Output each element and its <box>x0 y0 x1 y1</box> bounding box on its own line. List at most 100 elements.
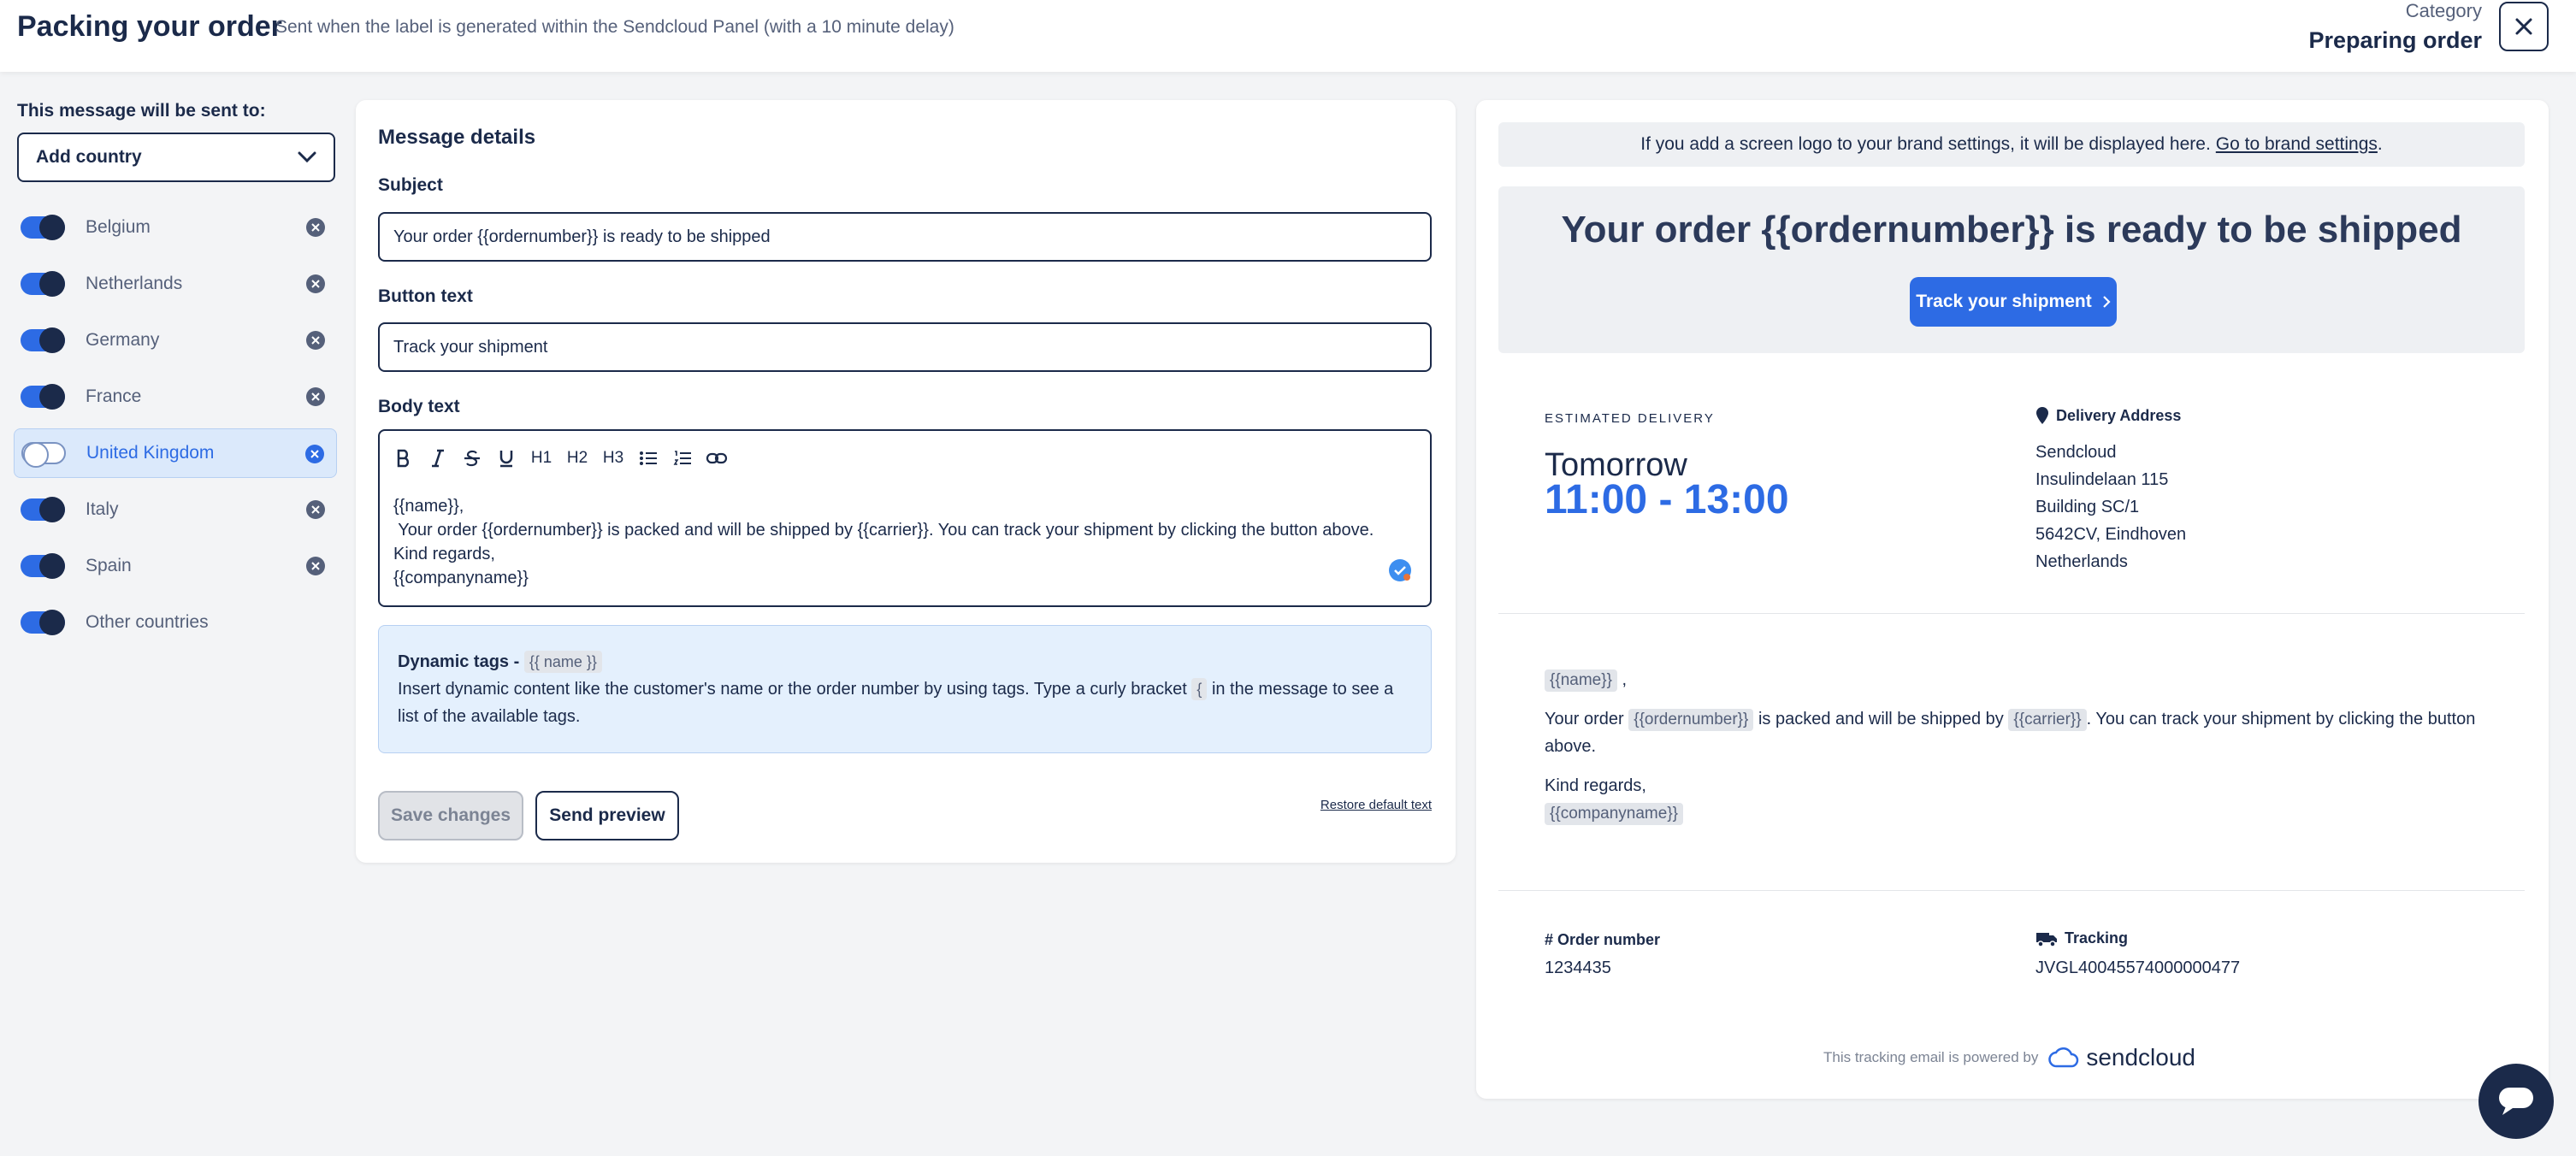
link-button[interactable] <box>705 446 729 470</box>
email-preview-panel: If you add a screen logo to your brand s… <box>1476 100 2549 1099</box>
ordernumber-tag: {{ordernumber}} <box>1628 709 1754 731</box>
button-text-input[interactable]: Track your shipment <box>378 322 1432 372</box>
companyname-tag: {{companyname}} <box>1545 803 1684 825</box>
address-line: Insulindelaan 115 <box>2035 470 2169 489</box>
body-line: Kind regards, <box>393 545 495 563</box>
page-subtitle: Sent when the label is generated within … <box>275 17 954 37</box>
body-line: {{name}}, <box>393 497 464 516</box>
category-label: Category <box>2405 0 2482 21</box>
subject-input[interactable]: Your order {{ordernumber}} is ready to b… <box>378 212 1432 262</box>
divider <box>1498 890 2525 891</box>
category-value: Preparing order <box>2308 27 2482 53</box>
country-row-netherlands[interactable]: Netherlands <box>14 259 337 309</box>
remove-country-button[interactable] <box>305 445 324 463</box>
country-toggle[interactable] <box>21 442 66 468</box>
remove-country-button[interactable] <box>306 331 325 350</box>
country-row-germany[interactable]: Germany <box>14 316 337 365</box>
bold-button[interactable] <box>392 446 416 470</box>
chat-button[interactable] <box>2479 1064 2554 1139</box>
strikethrough-icon <box>464 450 480 467</box>
italic-button[interactable] <box>426 446 450 470</box>
country-name: Belgium <box>86 217 151 237</box>
address-line: 5642CV, Eindhoven <box>2035 525 2187 544</box>
country-name: Netherlands <box>86 274 183 293</box>
send-preview-button[interactable]: Send preview <box>535 791 679 840</box>
country-name: Other countries <box>86 612 209 632</box>
page-title: Packing your order <box>17 10 282 43</box>
close-icon <box>311 505 320 514</box>
remove-country-button[interactable] <box>306 500 325 519</box>
remove-country-button[interactable] <box>306 218 325 237</box>
delivery-address-heading: Delivery Address <box>2035 406 2181 425</box>
country-row-italy[interactable]: Italy <box>14 485 337 534</box>
heading3-button[interactable]: H3 <box>600 446 626 470</box>
add-country-dropdown[interactable]: Add country <box>17 133 335 182</box>
heading2-button[interactable]: H2 <box>564 446 590 470</box>
remove-country-button[interactable] <box>306 387 325 406</box>
numbered-list-button[interactable] <box>671 446 694 470</box>
top-bar: Packing your order Sent when the label i… <box>0 0 2576 72</box>
editor-toolbar: H1 H2 H3 <box>392 446 729 470</box>
tracking-value: JVGL40045574000000477 <box>2035 958 2241 977</box>
country-toggle[interactable] <box>21 610 65 635</box>
country-toggle[interactable] <box>21 497 65 522</box>
sendcloud-logo: sendcloud <box>2048 1044 2195 1071</box>
powered-by-text: This tracking email is powered by <box>1823 1049 2039 1065</box>
save-changes-button[interactable]: Save changes <box>378 791 523 840</box>
estimated-time: 11:00 - 13:00 <box>1545 477 1789 522</box>
close-icon <box>311 336 320 345</box>
address-line: Sendcloud <box>2035 443 2117 462</box>
heading1-button[interactable]: H1 <box>529 446 554 470</box>
logo-note-text: If you add a screen logo to your brand s… <box>1640 134 2211 154</box>
powered-by: This tracking email is powered by sendcl… <box>1823 1044 2195 1071</box>
grammar-check-icon[interactable] <box>1389 559 1411 581</box>
body-text-content[interactable]: {{name}}, Your order {{ordernumber}} is … <box>393 494 1374 590</box>
country-name: Spain <box>86 556 132 575</box>
bullet-list-button[interactable] <box>636 446 660 470</box>
country-toggle[interactable] <box>21 215 65 240</box>
sent-to-label: This message will be sent to: <box>17 101 266 121</box>
country-row-belgium[interactable]: Belgium <box>14 203 337 252</box>
body-text-label: Body text <box>378 397 460 416</box>
tracking-heading: Tracking <box>2035 929 2128 947</box>
track-shipment-button[interactable]: Track your shipment <box>1910 277 2117 327</box>
strikethrough-button[interactable] <box>460 446 484 470</box>
body-line: {{companyname}} <box>393 569 529 587</box>
restore-default-link[interactable]: Restore default text <box>1320 798 1432 812</box>
country-row-other-countries[interactable]: Other countries <box>14 598 337 647</box>
name-tag: {{name}} <box>1545 669 1617 692</box>
bracket-chip: { <box>1191 678 1208 700</box>
tags-help-text: Insert dynamic content like the customer… <box>398 680 1187 699</box>
brand-settings-link[interactable]: Go to brand settings <box>2216 134 2378 155</box>
address-line: Netherlands <box>2035 552 2128 571</box>
country-toggle[interactable] <box>21 553 65 579</box>
country-row-france[interactable]: France <box>14 372 337 422</box>
remove-country-button[interactable] <box>306 557 325 575</box>
logo-note-end: . <box>2377 134 2383 154</box>
estimated-delivery-label: ESTIMATED DELIVERY <box>1545 411 1715 426</box>
message-details-panel: Message details Subject Your order {{ord… <box>356 100 1456 863</box>
brand-name: sendcloud <box>2086 1044 2195 1070</box>
country-row-united-kingdom[interactable]: United Kingdom <box>14 428 337 478</box>
country-toggle[interactable] <box>21 271 65 297</box>
close-icon <box>311 280 320 288</box>
dynamic-tags-title: Dynamic tags - <box>398 652 520 671</box>
close-button[interactable] <box>2499 2 2549 51</box>
remove-country-button[interactable] <box>306 274 325 293</box>
cloud-icon <box>2048 1047 2079 1068</box>
country-toggle[interactable] <box>21 384 65 410</box>
dynamic-tags-info: Dynamic tags - {{ name }} Insert dynamic… <box>378 625 1432 753</box>
underline-icon <box>499 451 513 468</box>
country-toggle[interactable] <box>21 327 65 353</box>
truck-icon <box>2036 932 2057 947</box>
country-name: Germany <box>86 330 160 350</box>
body-text-editor[interactable]: H1 H2 H3 {{name}}, Your order {{ordernum… <box>378 429 1432 607</box>
country-row-spain[interactable]: Spain <box>14 541 337 591</box>
country-name: France <box>86 386 142 406</box>
chevron-right-icon <box>2102 296 2111 308</box>
body-line: Your order {{ordernumber}} is packed and… <box>393 521 1374 540</box>
numbered-list-icon <box>673 451 691 465</box>
chat-icon <box>2499 1088 2533 1115</box>
underline-button[interactable] <box>494 446 518 470</box>
text: , <box>1622 670 1628 689</box>
